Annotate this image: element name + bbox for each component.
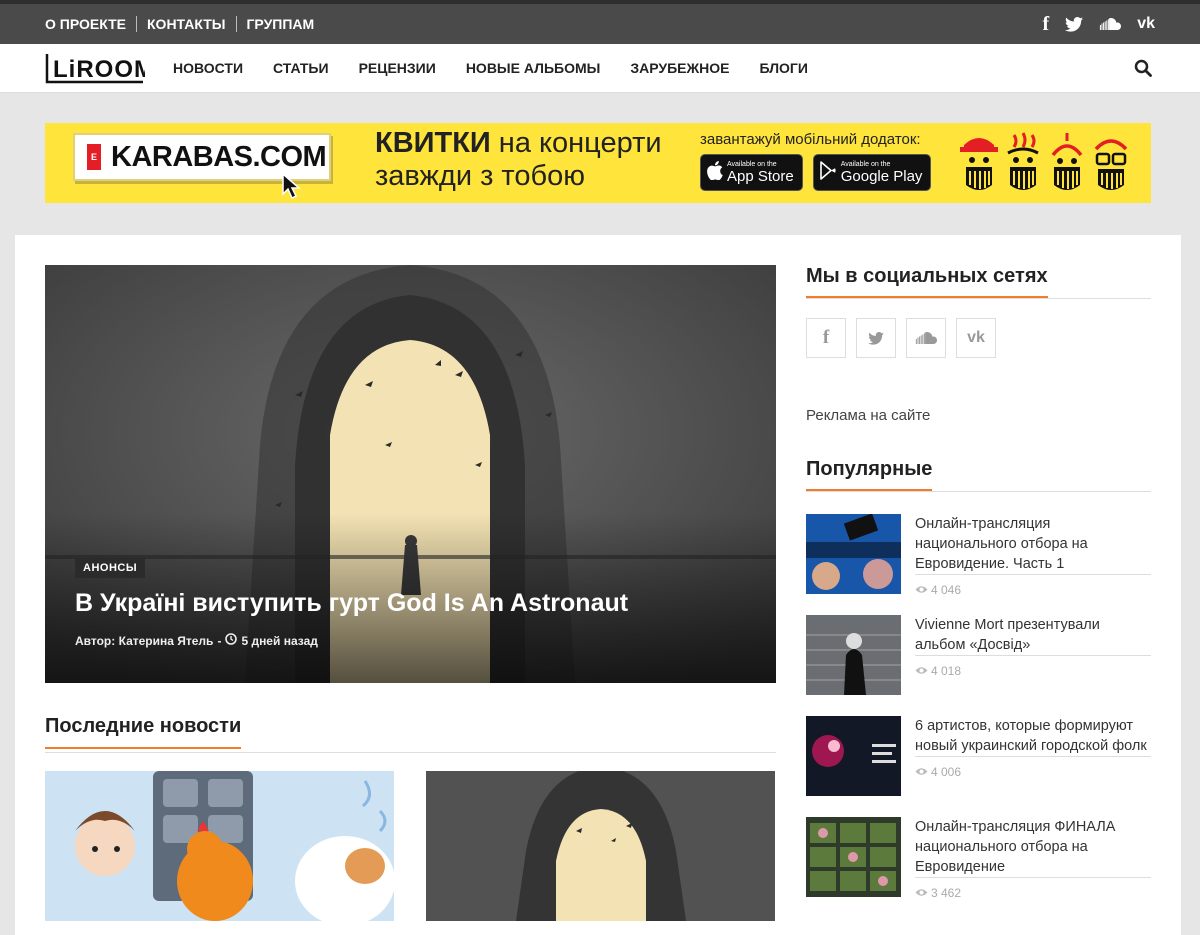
karabas-ad-banner[interactable]: E KARABAS.COM КВИТКИ на концерти завжди … bbox=[45, 123, 1151, 203]
popular-list: Онлайн-трансляция национального отбора н… bbox=[806, 514, 1151, 918]
twitter-icon[interactable] bbox=[1065, 16, 1084, 32]
svg-text:LiROOM: LiROOM bbox=[53, 56, 145, 83]
facebook-icon[interactable]: f bbox=[1043, 13, 1050, 36]
karabas-e-icon: E bbox=[87, 144, 101, 170]
popular-title[interactable]: Онлайн-трансляция национального отбора н… bbox=[915, 514, 1151, 575]
social-heading: Мы в социальных сетях bbox=[806, 265, 1048, 298]
top-social-icons: f vk bbox=[1043, 13, 1155, 36]
site-logo[interactable]: LiROOM bbox=[45, 51, 145, 85]
eye-icon bbox=[915, 886, 928, 900]
nav-item-foreign[interactable]: ЗАРУБЕЖНОЕ bbox=[630, 60, 729, 76]
popular-views: 4 046 bbox=[915, 583, 1151, 597]
top-links: О ПРОЕКТЕ КОНТАКТЫ ГРУППАМ bbox=[45, 16, 324, 32]
news-card-image bbox=[426, 771, 775, 921]
news-card-image bbox=[45, 771, 394, 921]
apple-icon bbox=[707, 160, 723, 185]
nav-item-articles[interactable]: СТАТЬИ bbox=[273, 60, 329, 76]
top-link-contacts[interactable]: КОНТАКТЫ bbox=[136, 16, 235, 32]
nav-item-new-albums[interactable]: НОВЫЕ АЛЬБОМЫ bbox=[466, 60, 601, 76]
google-play-icon bbox=[819, 160, 837, 185]
cursor-icon bbox=[281, 172, 303, 204]
banner-faces-illustration bbox=[960, 131, 1130, 193]
hero-time: 5 дней назад bbox=[241, 633, 318, 648]
list-item[interactable]: Онлайн-трансляция ФИНАЛА национального о… bbox=[806, 817, 1151, 918]
top-link-about[interactable]: О ПРОЕКТЕ bbox=[45, 16, 136, 32]
latest-news-title: Последние новости bbox=[45, 715, 242, 749]
search-icon[interactable] bbox=[1131, 56, 1155, 80]
soundcloud-icon[interactable] bbox=[906, 318, 946, 358]
top-link-groups[interactable]: ГРУППАМ bbox=[235, 16, 325, 32]
popular-thumbnail[interactable] bbox=[806, 716, 901, 796]
main-navbar: LiROOM НОВОСТИ СТАТЬИ РЕЦЕНЗИИ НОВЫЕ АЛЬ… bbox=[0, 44, 1200, 93]
popular-views: 4 018 bbox=[915, 664, 1151, 678]
hero-title[interactable]: В Україні виступить гурт God Is An Astro… bbox=[75, 589, 628, 618]
main-nav: НОВОСТИ СТАТЬИ РЕЦЕНЗИИ НОВЫЕ АЛЬБОМЫ ЗА… bbox=[173, 60, 838, 76]
appstore-button[interactable]: Available on the App Store bbox=[700, 154, 803, 191]
list-item[interactable]: Онлайн-трансляция национального отбора н… bbox=[806, 514, 1151, 615]
news-card[interactable] bbox=[426, 771, 775, 921]
popular-views: 4 006 bbox=[915, 765, 1151, 779]
popular-views: 3 462 bbox=[915, 886, 1151, 900]
twitter-icon[interactable] bbox=[856, 318, 896, 358]
vk-icon[interactable]: vk bbox=[956, 318, 996, 358]
social-header: Мы в социальных сетях bbox=[806, 265, 1151, 299]
list-item[interactable]: 6 артистов, которые формируют новый укра… bbox=[806, 716, 1151, 817]
karabas-brand: KARABAS.COM bbox=[111, 140, 327, 173]
popular-thumbnail[interactable] bbox=[806, 615, 901, 695]
advertising-link[interactable]: Реклама на сайте bbox=[806, 407, 1151, 424]
googleplay-button[interactable]: Available on the Google Play bbox=[812, 154, 932, 191]
clock-icon bbox=[225, 633, 238, 648]
banner-app-label: завантажуй мобільний додаток: bbox=[700, 131, 921, 148]
facebook-icon[interactable]: f bbox=[806, 318, 846, 358]
banner-slogan: КВИТКИ на концерти завжди з тобою bbox=[375, 127, 662, 192]
main-content: АНОНСЫ В Україні виступить гурт God Is A… bbox=[15, 235, 1181, 935]
popular-title[interactable]: Онлайн-трансляция ФИНАЛА национального о… bbox=[915, 817, 1151, 878]
list-item[interactable]: Vivienne Mort презентували альбом «Досві… bbox=[806, 615, 1151, 716]
eye-icon bbox=[915, 664, 928, 678]
top-bar: О ПРОЕКТЕ КОНТАКТЫ ГРУППАМ f vk bbox=[0, 0, 1200, 44]
popular-header: Популярные bbox=[806, 458, 1151, 492]
nav-item-blogs[interactable]: БЛОГИ bbox=[759, 60, 807, 76]
vk-icon[interactable]: vk bbox=[1137, 15, 1155, 33]
sidebar: Мы в социальных сетях f vk Реклама на са… bbox=[806, 265, 1151, 918]
popular-title[interactable]: 6 артистов, которые формируют новый укра… bbox=[915, 716, 1151, 757]
popular-thumbnail[interactable] bbox=[806, 817, 901, 897]
hero-meta: Автор: Катерина Ятель - 5 дней назад bbox=[75, 633, 318, 648]
nav-item-reviews[interactable]: РЕЦЕНЗИИ bbox=[359, 60, 436, 76]
popular-title[interactable]: Vivienne Mort презентували альбом «Досві… bbox=[915, 615, 1151, 656]
hero-author[interactable]: Автор: Катерина Ятель bbox=[75, 634, 213, 648]
hero-article[interactable]: АНОНСЫ В Україні виступить гурт God Is A… bbox=[45, 265, 776, 683]
popular-heading: Популярные bbox=[806, 458, 933, 491]
eye-icon bbox=[915, 583, 928, 597]
latest-news-header: Последние новости bbox=[45, 715, 776, 753]
nav-item-news[interactable]: НОВОСТИ bbox=[173, 60, 243, 76]
banner-app-section: завантажуй мобільний додаток: Available … bbox=[700, 131, 932, 191]
news-card[interactable] bbox=[45, 771, 394, 921]
soundcloud-icon[interactable] bbox=[1099, 18, 1122, 30]
eye-icon bbox=[915, 765, 928, 779]
meta-separator: - bbox=[217, 633, 222, 648]
social-buttons: f vk bbox=[806, 318, 1151, 358]
popular-thumbnail[interactable] bbox=[806, 514, 901, 594]
category-badge[interactable]: АНОНСЫ bbox=[75, 558, 146, 578]
